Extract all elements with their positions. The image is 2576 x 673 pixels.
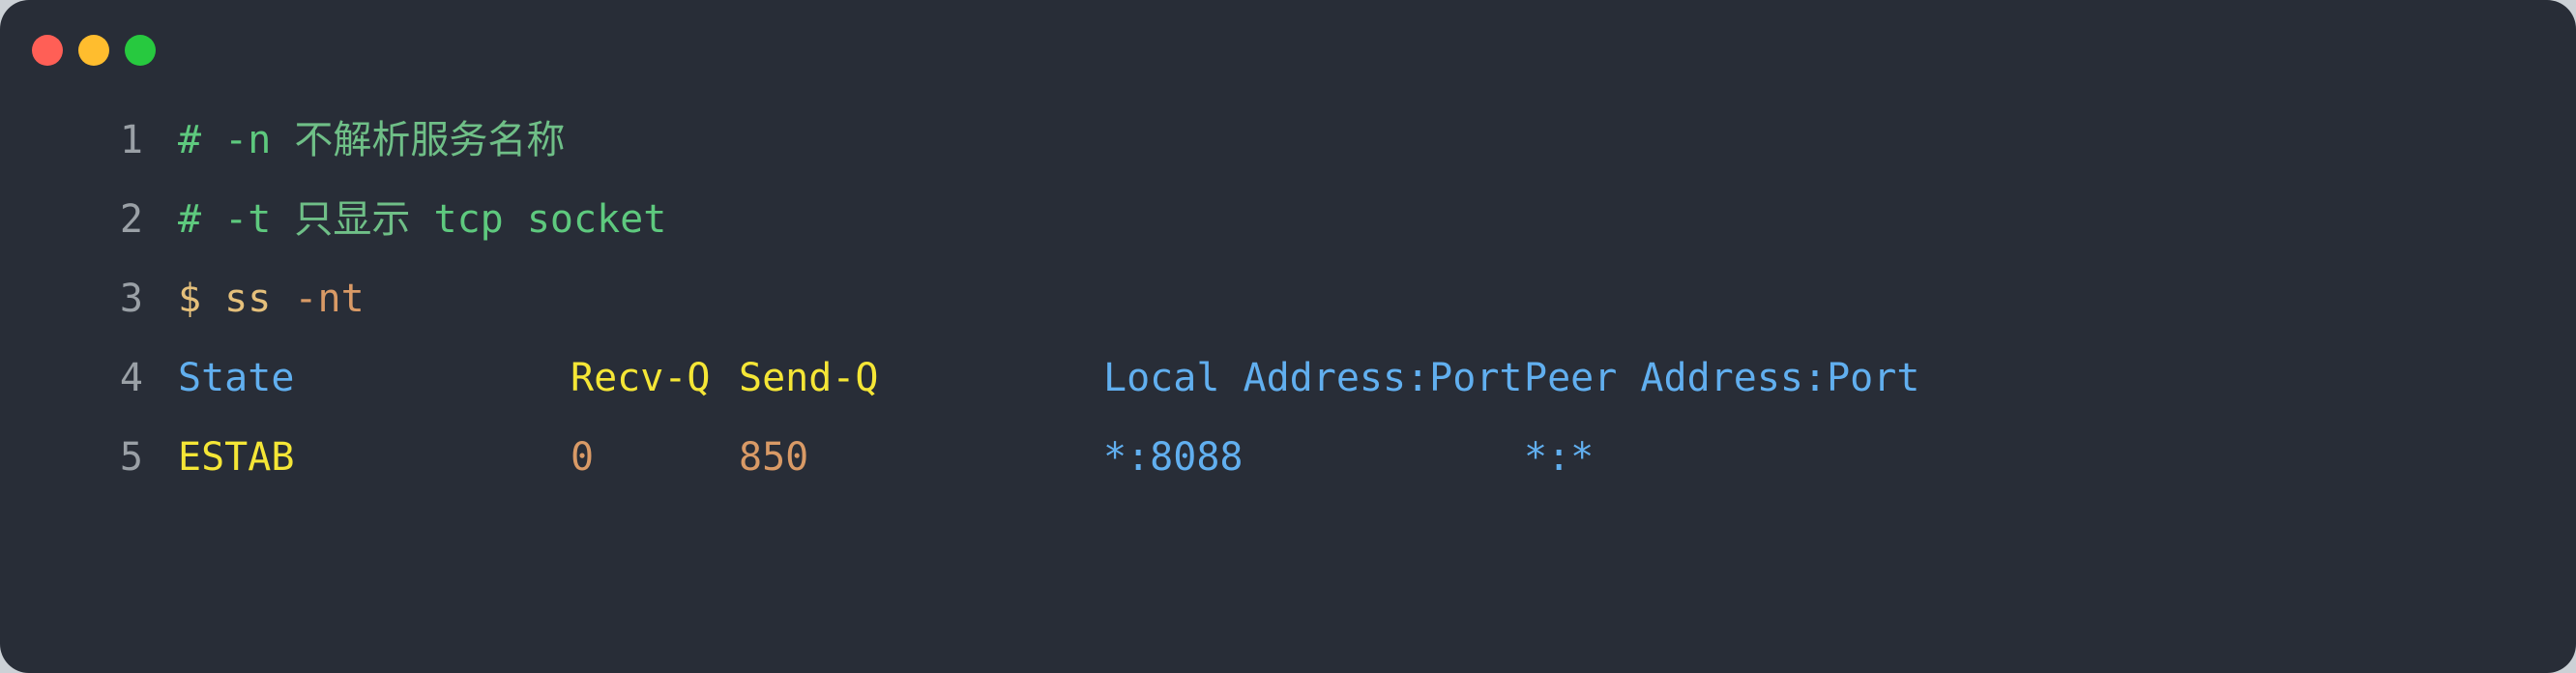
comment-flag: -t <box>201 197 295 242</box>
column-header-peer-address: Peer Address:Port <box>1524 356 1920 400</box>
terminal-code-area: 1 # -n 不解析服务名称 2 # -t 只显示 tcp socket 3 $… <box>0 101 2576 673</box>
line-content: # -n 不解析服务名称 <box>178 101 565 180</box>
line-number: 5 <box>119 435 143 480</box>
column-header-local-address: Local Address:Port <box>1103 356 1523 400</box>
line-number: 4 <box>119 356 143 400</box>
column-header-send-q: Send-Q <box>739 356 879 400</box>
column-header-recv-q: Recv-Q <box>571 356 711 400</box>
comment-tail-text: tcp socket <box>410 197 667 242</box>
close-button[interactable] <box>32 35 63 66</box>
cell-local-address: *:8088 <box>1103 435 1244 480</box>
comment-hash: # <box>178 197 202 242</box>
cell-send-q: 850 <box>739 435 809 480</box>
comment-cjk-text: 只显示 <box>294 197 411 242</box>
line-number: 3 <box>119 277 143 321</box>
cell-recv-q: 0 <box>571 435 595 480</box>
terminal-window: 1 # -n 不解析服务名称 2 # -t 只显示 tcp socket 3 $… <box>0 0 2576 673</box>
code-line: 3 $ ss -nt <box>0 259 2576 338</box>
code-line: 2 # -t 只显示 tcp socket <box>0 180 2576 259</box>
column-header-state: State <box>178 356 295 400</box>
table-row: 5 ESTAB 0 850 *:8088 *:* <box>0 418 2576 497</box>
command-flags: -nt <box>271 277 365 321</box>
comment-hash: # <box>178 118 202 162</box>
minimize-button[interactable] <box>78 35 109 66</box>
line-content: $ ss -nt <box>178 259 365 338</box>
cell-state: ESTAB <box>178 435 295 480</box>
command-name: ss <box>201 277 272 321</box>
line-content: # -t 只显示 tcp socket <box>178 180 666 259</box>
line-number: 1 <box>119 118 143 162</box>
comment-flag: -n <box>201 118 295 162</box>
shell-prompt-symbol: $ <box>178 277 202 321</box>
maximize-button[interactable] <box>125 35 156 66</box>
table-header-row: 4 State Recv-Q Send-Q Local Address:Port… <box>0 338 2576 418</box>
window-titlebar <box>0 0 2576 101</box>
line-number: 2 <box>119 197 143 242</box>
code-line: 1 # -n 不解析服务名称 <box>0 101 2576 180</box>
cell-peer-address: *:* <box>1524 435 1595 480</box>
comment-cjk-text: 不解析服务名称 <box>294 118 566 162</box>
